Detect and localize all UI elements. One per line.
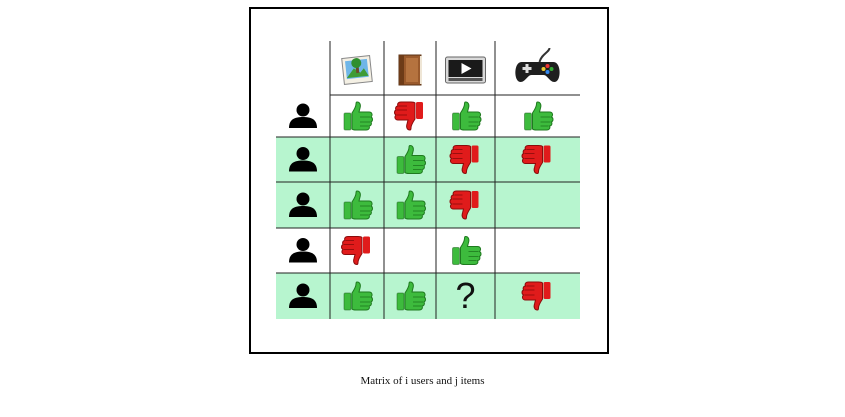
row-highlight: [276, 182, 580, 228]
figure-caption: Matrix of i users and j items: [360, 375, 485, 387]
user-icon: [289, 238, 317, 263]
thumbs-down-icon: [394, 101, 423, 131]
unknown-rating-label: ?: [455, 275, 475, 316]
body-text: [80, 404, 780, 417]
user-item-matrix: ?: [276, 41, 580, 319]
book-item-icon: [398, 54, 422, 86]
thumbs-up-icon: [452, 235, 482, 265]
thumbs-up-icon: [452, 101, 482, 131]
video-item-icon: [445, 56, 486, 84]
thumbs-up-icon: [524, 101, 554, 131]
thumbs-down-icon: [341, 236, 370, 266]
user-icon: [289, 103, 317, 128]
gamepad-item-icon: [515, 47, 560, 82]
photo-item-icon: [341, 55, 373, 85]
thumbs-up-icon: [343, 101, 373, 131]
figure-frame: ?: [249, 7, 609, 354]
